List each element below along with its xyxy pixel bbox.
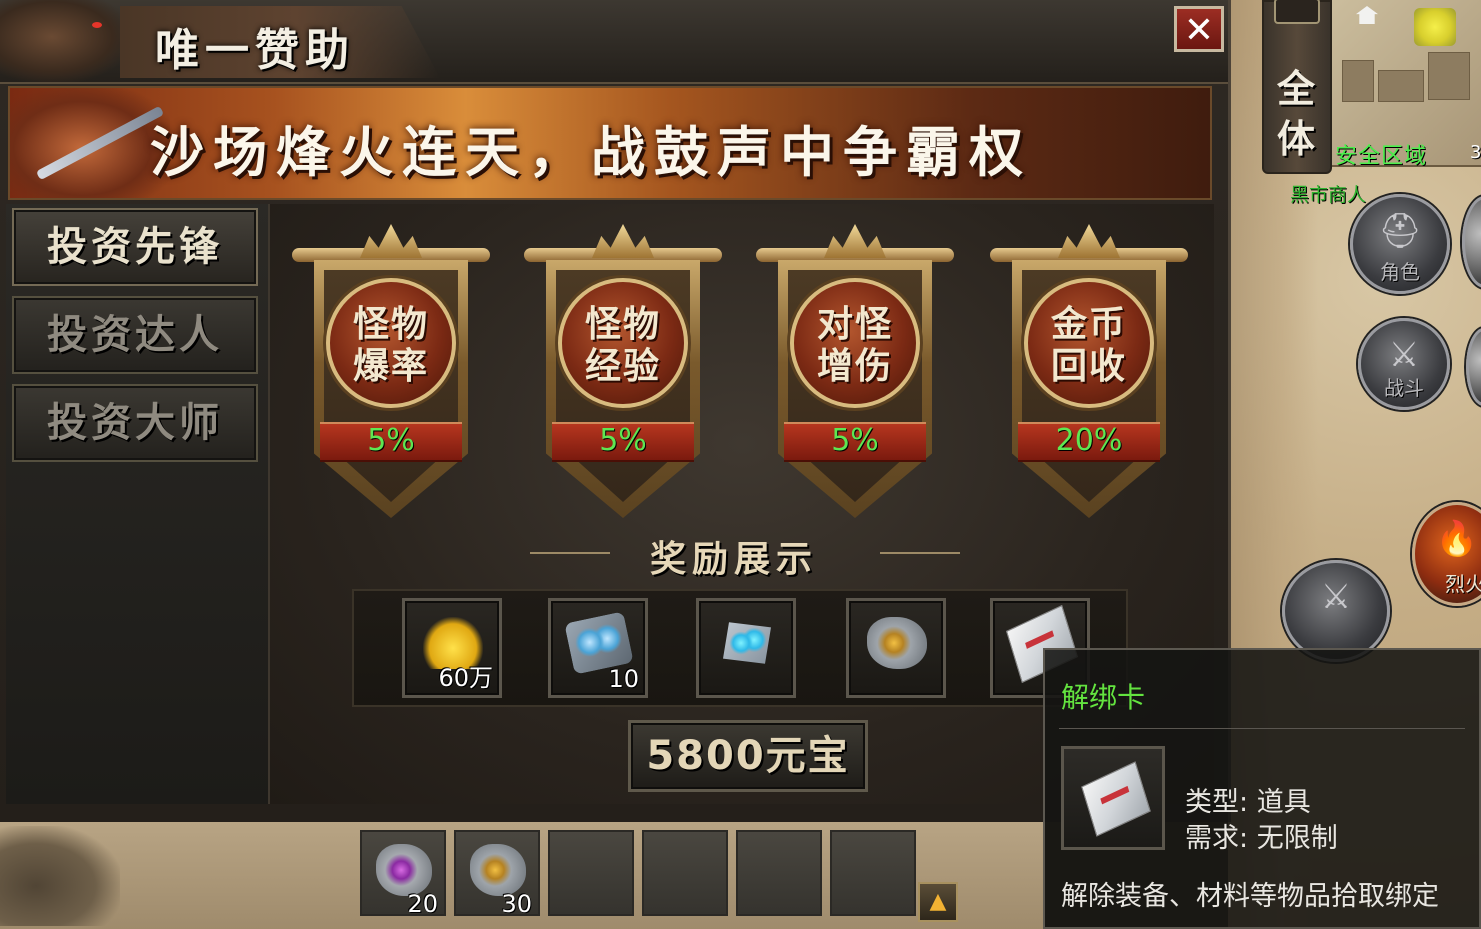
reward-slot[interactable]: 60万: [402, 598, 502, 698]
home-icon[interactable]: [1356, 6, 1378, 24]
tooltip-item-name: 解绑卡: [1061, 681, 1146, 714]
bonus-name: 怪物: [584, 304, 661, 345]
bonus-shield-gold-recycle: 金币 回收 20%: [990, 224, 1188, 518]
bonus-shield-monster-damage: 对怪 增伤 5%: [756, 224, 954, 518]
hotbar-qty: 30: [501, 890, 532, 918]
purchase-button[interactable]: 5800元宝: [628, 720, 868, 792]
chat-toggle-button[interactable]: [1274, 0, 1320, 24]
rewards-title: 奖励展示: [650, 539, 819, 580]
bonus-name: 怪物: [352, 304, 429, 345]
minimap-landmark-icon: [1414, 8, 1456, 46]
bonus-shield-drop-rate: 怪物 爆率 5%: [292, 224, 490, 518]
type-value: 道具: [1256, 787, 1311, 818]
tab-investment-master[interactable]: 投资大师: [12, 384, 258, 462]
type-label: 类型:: [1185, 787, 1249, 818]
gold-scroll-icon: [867, 617, 927, 669]
hotbar-slot[interactable]: [830, 830, 916, 916]
tab-investment-vanguard[interactable]: 投资先锋: [12, 208, 258, 286]
safe-zone-label: 安全区域: [1335, 144, 1428, 169]
item-tooltip: 解绑卡 类型: 道具 需求: 无限制 解除装备、材料等物品拾取绑定: [1043, 648, 1481, 929]
bonus-name: 金币: [1050, 304, 1127, 345]
attack-button[interactable]: ⚔: [1282, 560, 1390, 662]
terrain-rock: [0, 826, 120, 926]
gold-scroll-icon: [470, 844, 526, 896]
minimap-building: [1378, 70, 1424, 102]
title-ornament: [880, 552, 960, 554]
divider: [1059, 728, 1465, 729]
battle-button[interactable]: ⚔ 战斗: [1358, 318, 1450, 410]
crystal-shard-icon: [723, 622, 771, 664]
hotbar-slot[interactable]: 30: [454, 830, 540, 918]
crown-ornament-icon: [360, 224, 422, 258]
window-title: 唯一赞助: [155, 25, 355, 76]
minimap-building: [1428, 52, 1470, 100]
tier-tab-list: 投资先锋 投资达人 投资大师: [6, 204, 270, 804]
hotbar-slot[interactable]: [736, 830, 822, 916]
bonus-shield-monster-exp: 怪物 经验 5%: [524, 224, 722, 518]
chat-channel-label: 全: [1277, 67, 1316, 111]
battle-button-label: 战斗: [1384, 376, 1424, 400]
skill-label: 烈火: [1445, 572, 1481, 596]
hotbar-slot[interactable]: [548, 830, 634, 916]
crown-ornament-icon: [592, 224, 654, 258]
crown-ornament-icon: [1058, 224, 1120, 258]
minimap-building: [1342, 60, 1374, 102]
coordinate-fragment: 3: [1470, 142, 1481, 163]
reward-slot[interactable]: [696, 598, 796, 698]
chat-channel-tab[interactable]: 全 体: [1262, 0, 1332, 174]
tooltip-item-slot: [1061, 746, 1165, 850]
reward-slot[interactable]: [846, 598, 946, 698]
title-bar: 唯一赞助 ✕: [0, 0, 1228, 84]
reward-qty: 60万: [438, 664, 493, 692]
bonus-name: 对怪: [816, 304, 893, 345]
unbind-card-icon: [1081, 761, 1151, 837]
crown-ornament-icon: [824, 224, 886, 258]
bonus-name: 回收: [1050, 346, 1127, 387]
title-ornament: [530, 552, 610, 554]
bonus-name: 爆率: [352, 346, 429, 387]
promo-banner: 沙场烽火连天，战鼓声中争霸权: [8, 86, 1212, 200]
tooltip-type-row: 类型: 道具: [1185, 780, 1311, 819]
arrow-up-icon: ▲: [929, 889, 947, 914]
requirement-value: 无限制: [1256, 823, 1338, 854]
bonus-value: 20%: [1055, 423, 1123, 458]
close-button[interactable]: ✕: [1174, 6, 1224, 52]
warrior-icon: ⚔: [1320, 577, 1352, 617]
role-button-label: 角色: [1380, 260, 1420, 284]
helmet-icon: ⛑: [1378, 211, 1422, 251]
close-icon: ✕: [1183, 10, 1215, 51]
requirement-label: 需求:: [1185, 823, 1249, 854]
tab-investment-expert[interactable]: 投资达人: [12, 296, 258, 374]
bonus-name: 经验: [584, 346, 661, 387]
tooltip-description: 解除装备、材料等物品拾取绑定: [1061, 881, 1439, 912]
hotbar-slot[interactable]: [642, 830, 728, 916]
bonus-value: 5%: [599, 423, 647, 458]
role-button[interactable]: ⛑ 角色: [1350, 194, 1450, 294]
reward-slot[interactable]: 10: [548, 598, 648, 698]
purple-scroll-icon: [376, 844, 432, 896]
expand-hotbar-button[interactable]: ▲: [918, 882, 958, 922]
flame-icon: 🔥: [1435, 519, 1479, 559]
crossed-swords-icon: ⚔: [1388, 335, 1420, 375]
reward-qty: 10: [608, 665, 639, 693]
hotbar-qty: 20: [407, 890, 438, 918]
hotbar-slot[interactable]: 20: [360, 830, 446, 918]
chat-channel-label: 体: [1277, 117, 1316, 161]
bonus-value: 5%: [831, 423, 879, 458]
bonus-name: 增伤: [816, 346, 893, 387]
bonus-value: 5%: [367, 423, 415, 458]
dragon-emblem-icon: [0, 0, 130, 82]
tooltip-requirement-row: 需求: 无限制: [1185, 816, 1338, 855]
npc-name-label[interactable]: 黑市商人: [1290, 180, 1366, 207]
banner-slogan: 沙场烽火连天，战鼓声中争霸权: [150, 121, 1032, 184]
